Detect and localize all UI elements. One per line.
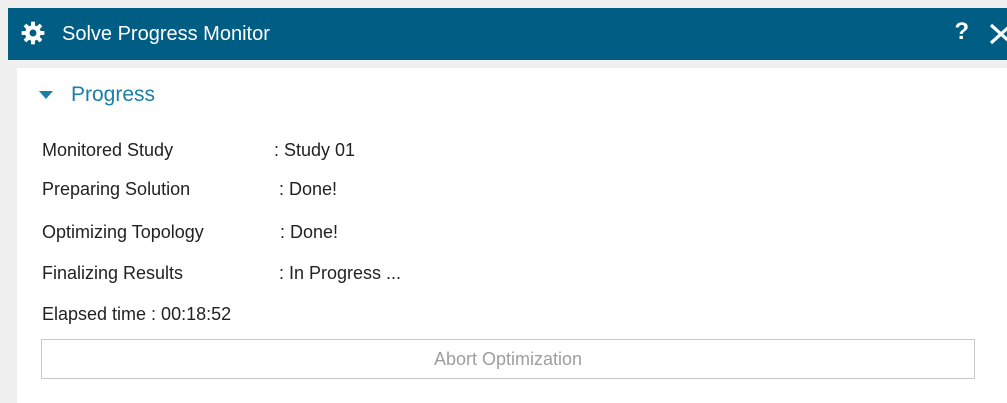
finalizing-results-label: Finalizing Results — [42, 263, 184, 283]
optimizing-topology-value: : Done! — [280, 222, 339, 242]
elapsed-time-text: Elapsed time : 00:18:52 — [42, 304, 232, 324]
window-title: Solve Progress Monitor — [62, 23, 270, 45]
close-icon[interactable] — [989, 19, 1007, 47]
solve-progress-monitor-window: Solve Progress Monitor ? Progress Monito… — [0, 0, 1007, 403]
section-title: Progress — [71, 83, 156, 106]
help-button[interactable]: ? — [954, 18, 969, 46]
caret-down-icon — [39, 91, 53, 99]
preparing-solution-value: : Done! — [279, 179, 338, 199]
finalizing-results-value: : In Progress ... — [279, 263, 402, 283]
monitored-study-label: Monitored Study — [42, 140, 174, 160]
abort-optimization-button[interactable]: Abort Optimization — [41, 339, 975, 379]
title-bar[interactable]: Solve Progress Monitor ? — [8, 8, 1007, 60]
gear-icon — [21, 21, 45, 45]
progress-section-header[interactable]: Progress — [39, 80, 155, 110]
preparing-solution-label: Preparing Solution — [42, 179, 191, 199]
optimizing-topology-label: Optimizing Topology — [42, 222, 204, 242]
progress-panel: Progress Monitored Study : Study 01 Prep… — [17, 68, 1007, 403]
monitored-study-value: : Study 01 — [274, 140, 356, 160]
